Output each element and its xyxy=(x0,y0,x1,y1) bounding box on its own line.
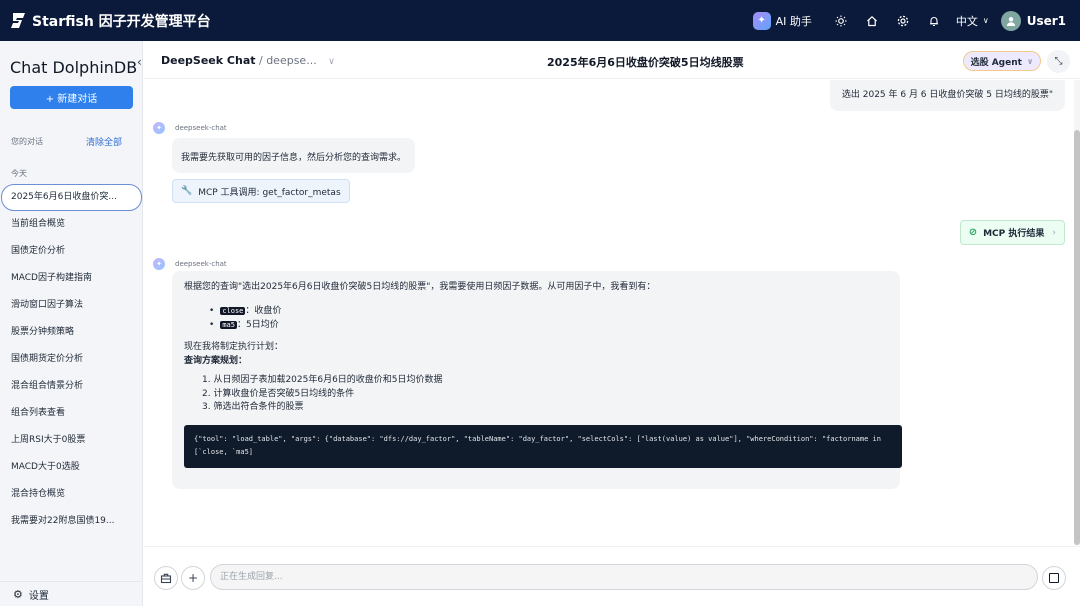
model-sub: / deepse... xyxy=(259,54,317,67)
bot-avatar-icon: ✦ xyxy=(153,122,165,134)
add-attachment-button[interactable]: + xyxy=(181,566,205,590)
today-label: 今天 xyxy=(11,169,27,178)
tools-button[interactable] xyxy=(154,566,178,590)
bot-name: deepseek-chat xyxy=(175,260,227,268)
clear-all-button[interactable]: 清除全部 xyxy=(86,135,122,148)
mcp-result-button[interactable]: ⊘ MCP 执行结果 › xyxy=(959,220,1065,245)
gear-icon: ⚙ xyxy=(13,587,23,601)
factor-desc: ：收盘价 xyxy=(245,306,282,316)
settings-label: 设置 xyxy=(28,590,49,602)
conversation-item[interactable]: 混合组合情景分析 xyxy=(0,373,143,400)
factor-code: close xyxy=(220,307,246,315)
home-icon xyxy=(867,15,878,26)
conversation-item[interactable]: 组合列表查看 xyxy=(0,400,143,427)
factor-desc: ：5日均价 xyxy=(236,320,279,330)
sidebar-title: Chat DolphinDB xyxy=(10,58,138,77)
message-input[interactable]: 正在生成回复... xyxy=(210,564,1038,590)
top-navbar: Starfish 因子开发管理平台 ✦ AI 助手 中文 ∨ User1 xyxy=(0,0,1080,41)
sun-icon xyxy=(835,15,847,26)
collapse-sidebar-icon[interactable]: ‹ xyxy=(137,55,142,69)
theme-toggle-button[interactable] xyxy=(826,0,857,41)
bot-avatar-icon: ✦ xyxy=(153,258,165,270)
bot-header: ✦ deepseek-chat xyxy=(153,258,227,270)
conversation-item[interactable]: 混合持仓概览 xyxy=(0,481,143,508)
language-label: 中文 xyxy=(955,14,978,28)
conversations-label: 您的对话 xyxy=(11,137,43,146)
response-intro: 根据您的查询"选出2025年6月6日收盘价突破5日均线的股票"，我需要使用日频因… xyxy=(184,282,656,292)
conversation-item[interactable]: 当前组合概览 xyxy=(0,211,143,238)
bot-header: ✦ deepseek-chat xyxy=(153,122,227,134)
chat-messages[interactable]: 选出 2025 年 6 月 6 日收盘价突破 5 日均线的股票" ✦ deeps… xyxy=(144,80,1074,545)
toolbox-icon xyxy=(160,573,172,584)
code-block[interactable]: {"tool": "load_table", "args": {"databas… xyxy=(184,424,902,468)
wrench-icon: 🔧 xyxy=(181,186,193,196)
agent-select-button[interactable]: 选股 Agent ∨ xyxy=(963,51,1041,71)
plan-steps: 1. 从日频因子表加载2025年6月6日的收盘价和5日均价数据 2. 计算收盘价… xyxy=(202,374,888,415)
user-icon xyxy=(1006,16,1015,26)
list-item: 2. 计算收盘价是否突破5日均线的条件 xyxy=(202,388,355,399)
gear-icon xyxy=(898,15,909,26)
factor-code: ma5 xyxy=(220,321,237,329)
bot-message: 我需要先获取可用的因子信息，然后分析您的查询需求。 xyxy=(172,138,416,173)
conversation-item[interactable]: 国债定价分析 xyxy=(0,238,143,265)
expand-icon: ⤡ xyxy=(1054,56,1063,67)
chevron-down-icon: ∨ xyxy=(328,57,335,67)
language-select[interactable]: 中文 ∨ xyxy=(956,13,989,29)
mcp-result-label: MCP 执行结果 xyxy=(983,229,1045,239)
user-menu[interactable]: User1 xyxy=(1000,10,1066,31)
sparkle-icon: ✦ xyxy=(752,11,771,30)
conversation-item[interactable]: 滑动窗口因子算法 xyxy=(0,292,143,319)
chevron-down-icon: ∨ xyxy=(982,16,989,25)
fullscreen-button[interactable]: ⤡ xyxy=(1047,50,1070,73)
plus-icon: + xyxy=(187,571,199,585)
bell-icon xyxy=(930,16,939,26)
conversation-item[interactable]: 2025年6月6日收盘价突... xyxy=(1,184,142,211)
settings-link[interactable]: ⚙ 设置 xyxy=(0,581,143,606)
new-chat-button[interactable]: + 新建对话 xyxy=(10,86,133,109)
check-circle-icon: ⊘ xyxy=(968,227,978,238)
brand-title: Starfish 因子开发管理平台 xyxy=(32,13,211,30)
brand[interactable]: Starfish 因子开发管理平台 xyxy=(10,11,211,31)
chat-scrollbar[interactable] xyxy=(1074,80,1080,545)
chevron-down-icon: ∨ xyxy=(1026,56,1034,66)
bot-name: deepseek-chat xyxy=(175,124,227,132)
list-item: 1. 从日频因子表加载2025年6月6日的收盘价和5日均价数据 xyxy=(202,375,443,385)
starfish-logo-icon xyxy=(11,13,25,28)
conversation-item[interactable]: 上周RSI大于0股票 xyxy=(0,427,143,454)
chat-header: DeepSeek Chat / deepse... ∨ 2025年6月6日收盘价… xyxy=(144,41,1080,79)
user-name: User1 xyxy=(1026,13,1066,28)
list-item: close：收盘价 xyxy=(209,304,888,318)
notifications-button[interactable] xyxy=(919,0,950,41)
plan-intro: 现在我将制定执行计划： xyxy=(184,342,284,352)
user-message: 选出 2025 年 6 月 6 日收盘价突破 5 日均线的股票" xyxy=(829,80,1065,111)
list-item: ma5：5日均价 xyxy=(209,318,888,332)
scrollbar-thumb[interactable] xyxy=(1074,130,1080,545)
stop-icon xyxy=(1049,573,1059,583)
input-bar: + 正在生成回复... xyxy=(144,546,1080,606)
settings-button[interactable] xyxy=(888,0,919,41)
conversation-item[interactable]: 股票分钟频策略 xyxy=(0,319,143,346)
conversation-item[interactable]: MACD因子构建指南 xyxy=(0,265,143,292)
plan-title: 查询方案规划： xyxy=(184,356,248,366)
list-item: 3. 筛选出符合条件的股票 xyxy=(202,402,304,412)
ai-assistant-label: AI 助手 xyxy=(775,14,812,28)
conversation-item[interactable]: 国债期货定价分析 xyxy=(0,346,143,373)
conversation-list: 2025年6月6日收盘价突... 当前组合概览 国债定价分析 MACD因子构建指… xyxy=(0,184,143,535)
sidebar: Chat DolphinDB ‹ + 新建对话 您的对话 清除全部 今天 202… xyxy=(0,41,143,606)
mcp-call-label: MCP 工具调用: get_factor_metas xyxy=(198,187,341,198)
bot-response: 根据您的查询"选出2025年6月6日收盘价突破5日均线的股票"，我需要使用日频因… xyxy=(172,271,902,489)
mcp-call-chip[interactable]: 🔧 MCP 工具调用: get_factor_metas xyxy=(172,179,350,203)
ai-assistant-button[interactable]: ✦ AI 助手 xyxy=(752,11,812,30)
conversation-item[interactable]: 我需要对22附息国债19... xyxy=(0,508,143,535)
conversation-item[interactable]: MACD大于0选股 xyxy=(0,454,143,481)
model-name: DeepSeek Chat xyxy=(161,54,256,67)
avatar xyxy=(1000,10,1021,31)
stop-generation-button[interactable] xyxy=(1042,566,1066,590)
chevron-right-icon: › xyxy=(1052,227,1056,238)
chat-title: 2025年6月6日收盘价突破5日均线股票 xyxy=(547,56,744,69)
model-selector[interactable]: DeepSeek Chat / deepse... ∨ xyxy=(161,54,335,67)
agent-label: 选股 Agent xyxy=(970,57,1022,68)
home-button[interactable] xyxy=(857,0,888,41)
factor-list: close：收盘价 ma5：5日均价 xyxy=(209,304,888,332)
